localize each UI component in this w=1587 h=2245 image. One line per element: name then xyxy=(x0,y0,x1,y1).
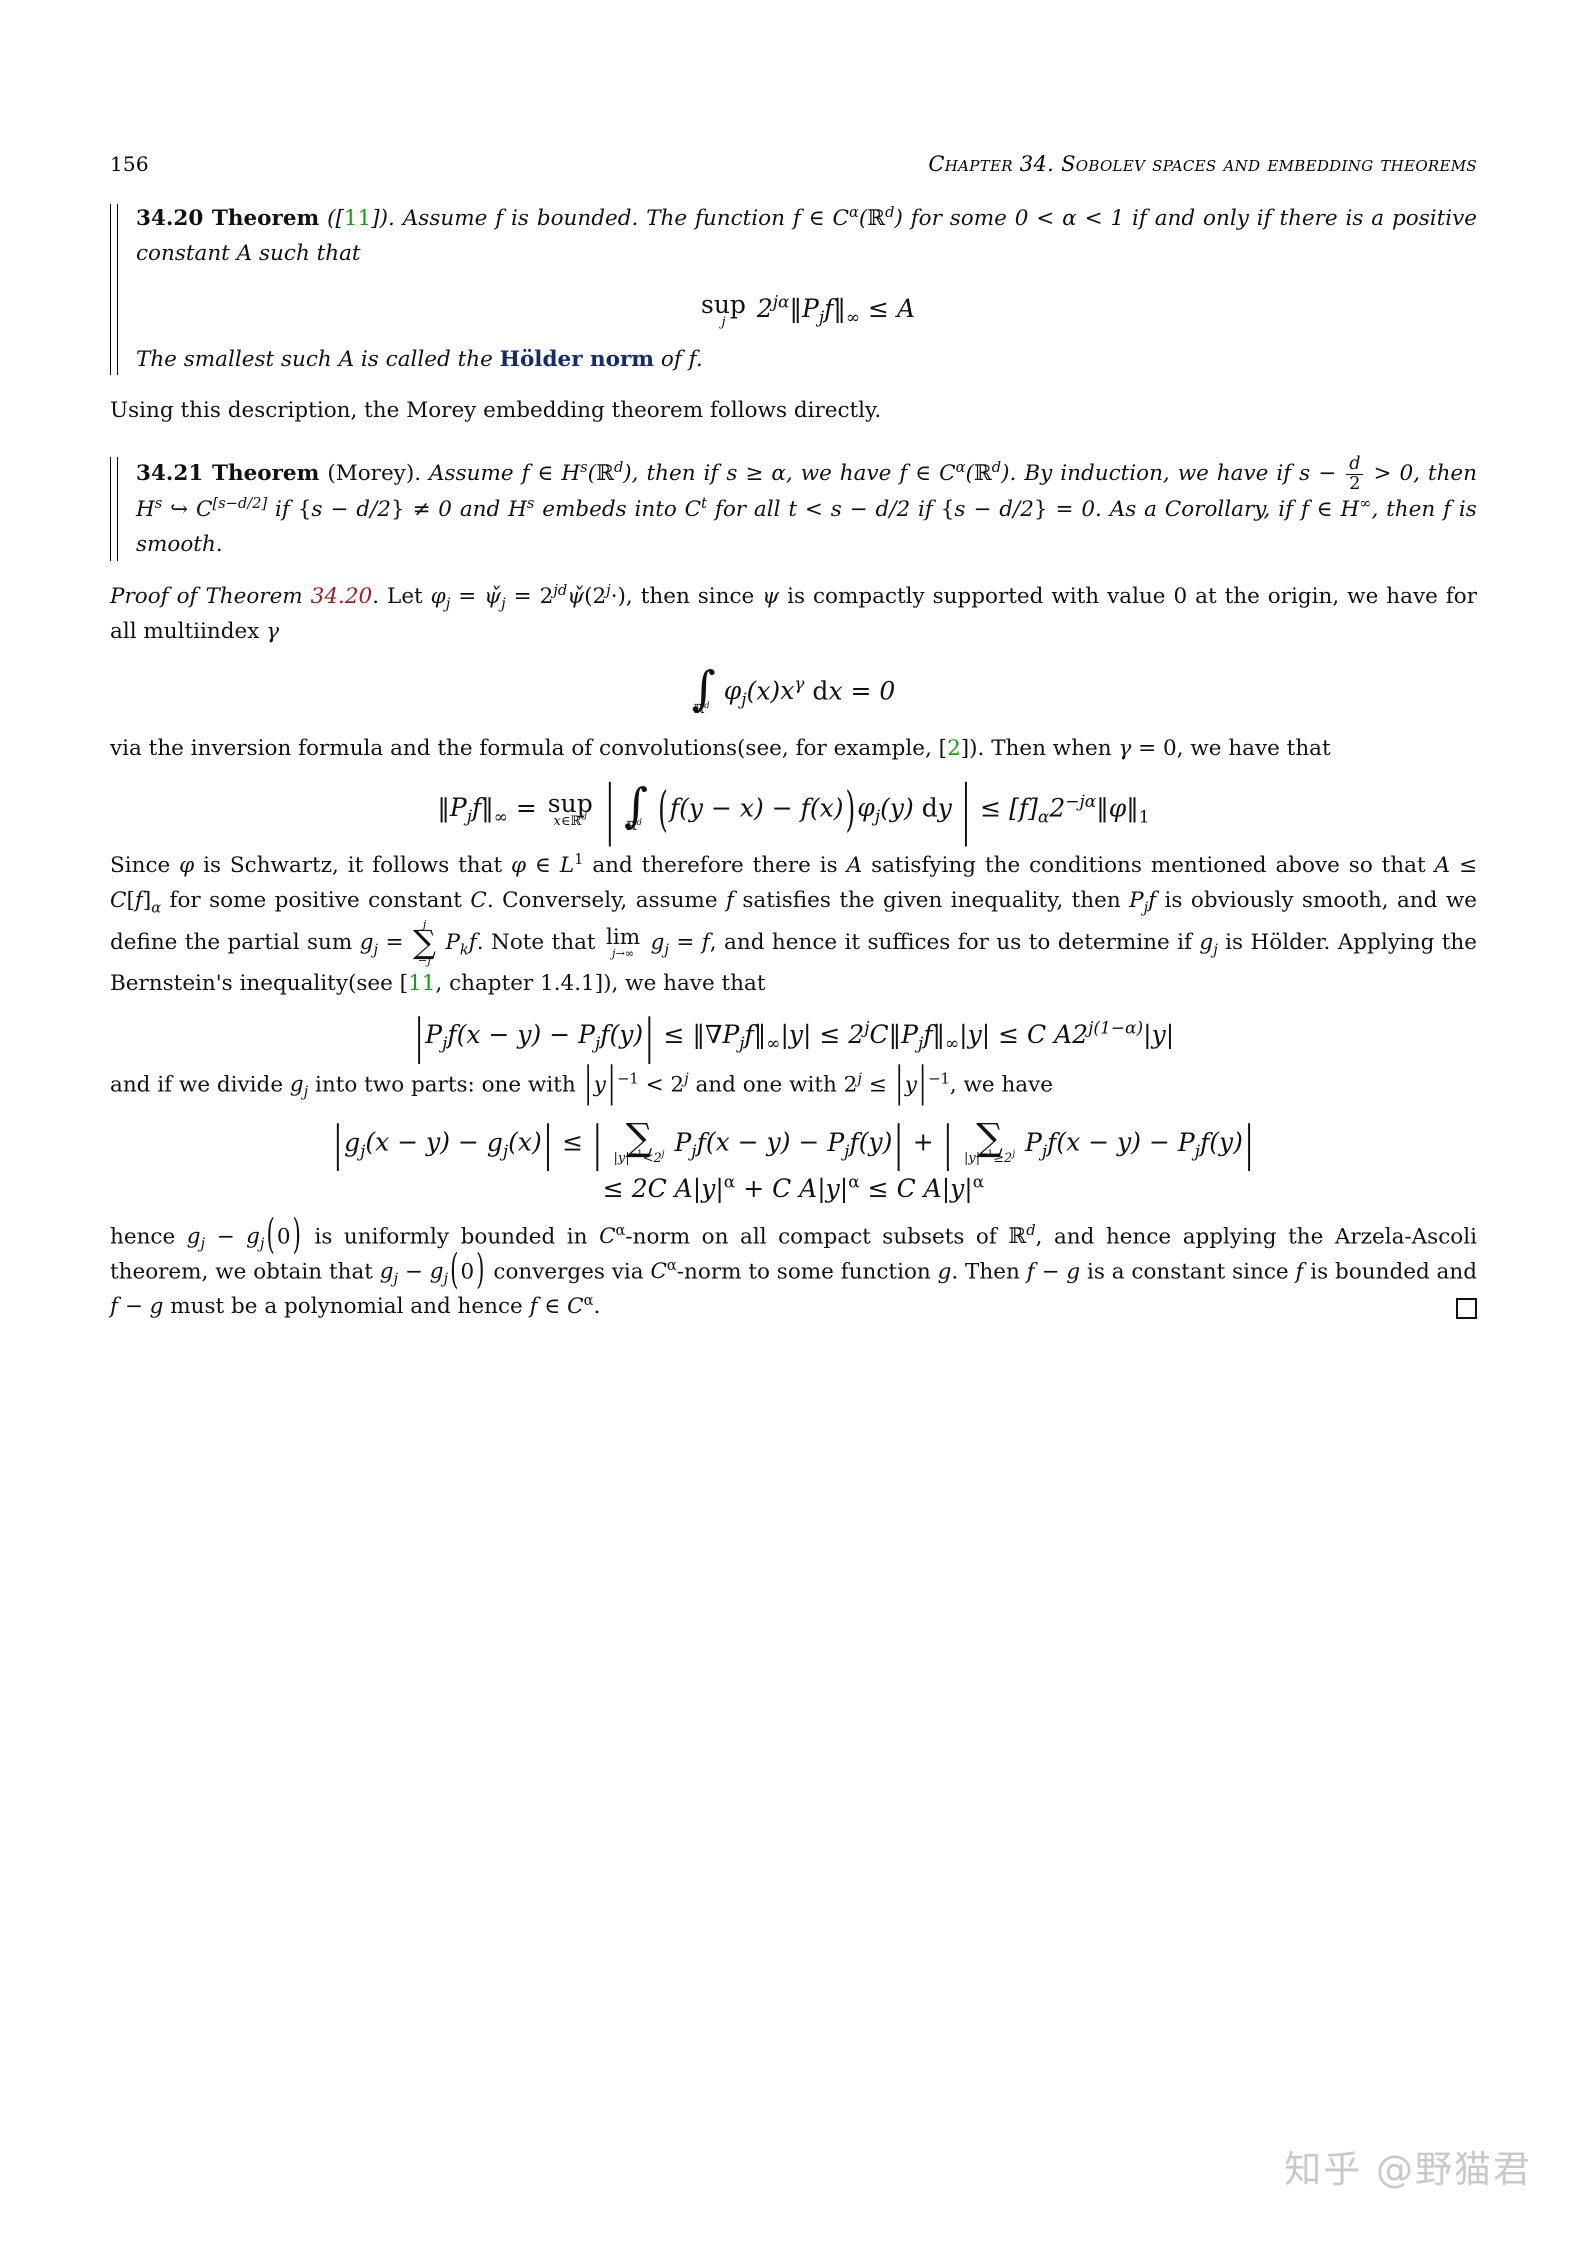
summation-operator: ∑ |y|−1<2j xyxy=(613,1114,665,1167)
running-head: 156 Chapter 34. Sobolev spaces and embed… xyxy=(110,152,1477,176)
document-page: 156 Chapter 34. Sobolev spaces and embed… xyxy=(0,0,1587,2245)
chapter-title: Chapter 34. Sobolev spaces and embedding… xyxy=(928,152,1477,176)
limit-operator: lim j→∞ xyxy=(605,925,641,960)
qed-box xyxy=(1456,1298,1477,1320)
sup-operator: sup x∈ℝd xyxy=(547,789,593,830)
proof-paragraph-2: via the inversion formula and the formul… xyxy=(110,736,1331,762)
theorem-34-21-number: 34.21 Theorem xyxy=(136,461,320,487)
proof-label: Proof of Theorem xyxy=(110,583,311,609)
integral-operator: ∫ ℝd xyxy=(691,660,716,716)
citation-link-11[interactable]: 11 xyxy=(344,206,371,231)
theorem-34-20-number: 34.20 Theorem xyxy=(136,206,320,231)
holder-norm-term[interactable]: Hölder norm xyxy=(500,347,654,372)
proof-paragraph-5: hence gj − gj(0) is uniformly bounded in… xyxy=(110,1211,1477,1320)
theorem-rule xyxy=(110,204,118,376)
theorem-reference-34-20[interactable]: 34.20 xyxy=(311,584,373,609)
proof-paragraph-3: Since φ is Schwartz, it follows that φ ∈… xyxy=(110,851,1477,996)
equation-bernstein: |Pjf(x − y) − Pjf(y)| ≤ ‖∇Pjf‖∞|y| ≤ 2jC… xyxy=(414,1008,1175,1065)
theorem-34-20-citation-open: ([ xyxy=(319,206,344,231)
page-content: 156 Chapter 34. Sobolev spaces and embed… xyxy=(110,0,1477,1325)
intro-morey-paragraph: Using this description, the Morey embedd… xyxy=(110,398,882,424)
page-number: 156 xyxy=(110,152,149,176)
theorem-34-21-body: 34.21 Theorem (Morey). Assume f ∈ Hs(ℝd)… xyxy=(136,455,1477,563)
equation-holder-norm-bound: sup j 2jα‖Pjf‖∞ ≤ A xyxy=(700,289,916,330)
citation-link-11-chapter[interactable]: 11 xyxy=(408,971,435,996)
proof-paragraph-4: and if we divide gj into two parts: one … xyxy=(110,1059,1053,1108)
equation-split-sum-line-2: ≤ 2C A|y|α + C A|y|α ≤ C A|y|α xyxy=(602,1172,985,1204)
theorem-34-21-name: (Morey). xyxy=(319,461,430,487)
integral-operator: ∫ ℝd xyxy=(624,777,649,833)
summation-operator: j ∑ −j xyxy=(412,918,436,968)
equation-pjf-bound: ‖Pjf‖∞ = sup x∈ℝd | ∫ ℝd (f(y − x) − f(x… xyxy=(437,771,1150,847)
proof-paragraph-1: Proof of Theorem 34.20. Let φj = ψ̌j = 2… xyxy=(110,581,1477,644)
sup-operator: sup j xyxy=(700,289,746,330)
watermark: 知乎 @野猫君 xyxy=(1284,2148,1532,2191)
theorem-34-21: 34.21 Theorem (Morey). Assume f ∈ Hs(ℝd)… xyxy=(110,455,1477,563)
equation-split-sum-line-1: |gj(x − y) − gj(x)| ≤ | ∑ |y|−1<2j Pjf(x … xyxy=(333,1114,1254,1172)
summation-operator: ∑ |y|−1≥2j xyxy=(964,1114,1016,1167)
equation-moment-vanishing: ∫ ℝd φj(x)xγ dx = 0 xyxy=(691,660,896,716)
theorem-34-20-body: 34.20 Theorem ([11]). Assume f is bounde… xyxy=(136,202,1477,377)
theorem-34-20-citation-close: ]). xyxy=(371,206,403,231)
theorem-34-20-tail: The smallest such A is called the Hölder… xyxy=(136,346,703,372)
citation-link-2[interactable]: 2 xyxy=(947,736,961,761)
theorem-rule xyxy=(110,457,118,561)
proof-paragraph-2-post: ]). Then when γ = 0, we have that xyxy=(960,736,1331,762)
theorem-34-20: 34.20 Theorem ([11]). Assume f is bounde… xyxy=(110,202,1477,377)
